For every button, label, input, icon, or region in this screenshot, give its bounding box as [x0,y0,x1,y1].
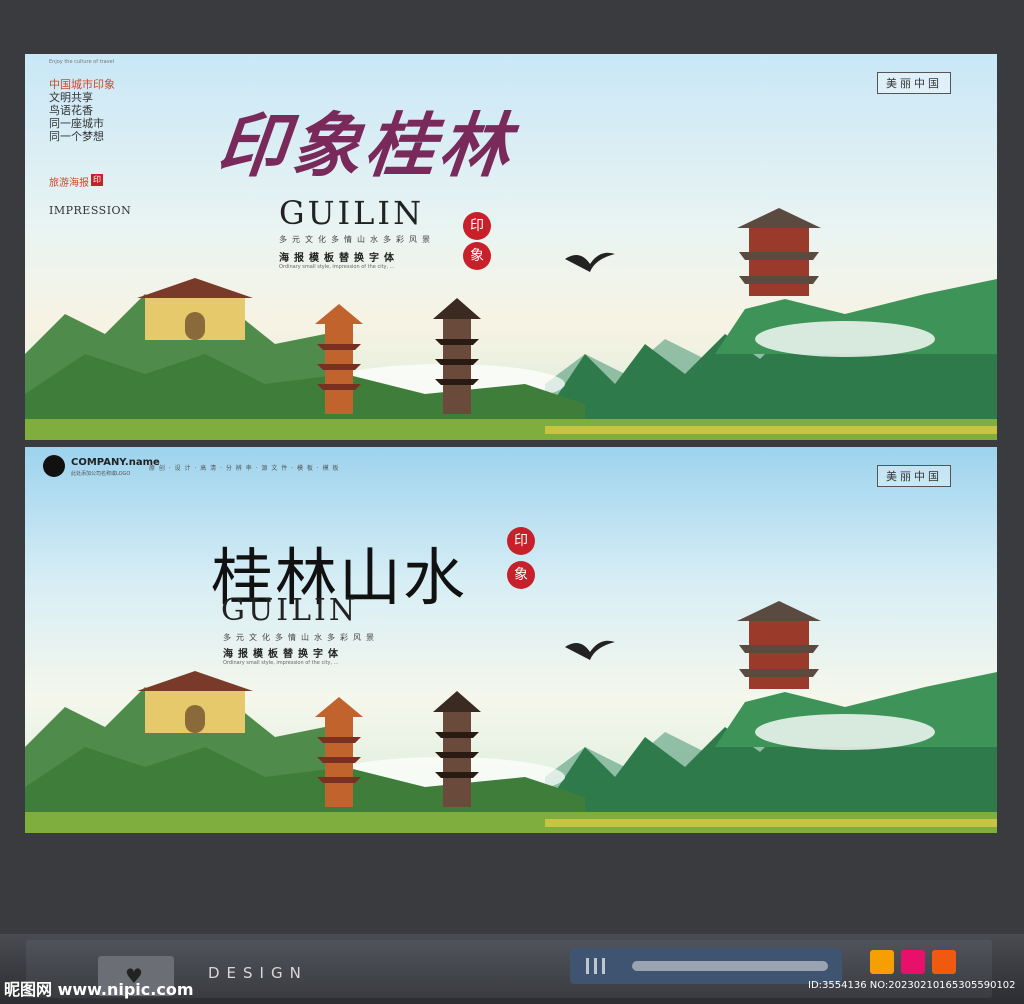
tiny-caption: Enjoy the culture of travel [49,59,115,65]
side-line: 文明共享 [49,91,93,104]
subtitle-bold: 海报模板替换字体 [223,649,343,660]
seal-bottom: 象 [463,242,491,270]
watermark-site: 昵图网 www.nipic.com [4,980,194,999]
slider-track[interactable] [570,948,842,984]
body-text: Ordinary small style, impression of the … [223,660,339,666]
side-line: 同一座城市 [49,117,104,130]
calligraphy-title: 印象桂林 [213,104,518,187]
nav-keywords: 原 创 · 设 计 · 高 清 · 分 辨 率 · 源 文 件 · 模 板 · … [149,465,340,472]
subtitle-bold: 海报模板替换字体 [279,253,399,264]
poster-bottom: COMPANY.name 此处添加公司名称或LOGO 原 创 · 设 计 · 高… [25,447,997,833]
side-line: 鸟语花香 [49,104,93,117]
side-line: 同一个梦想 [49,130,104,143]
seal-top: 印 [463,212,491,240]
impression-label: IMPRESSION [49,204,132,217]
subtitle-line: 多元文化多情山水多彩风景 [279,235,435,244]
slider-tick [594,958,597,974]
color-swatch[interactable] [901,950,925,974]
company-name: COMPANY.name [71,457,160,468]
color-swatch[interactable] [870,950,894,974]
side-text-column: 中国城市印象 文明共享 鸟语花香 同一座城市 同一个梦想 [49,78,115,143]
design-label: DESIGN [208,964,308,982]
side-seal: 印 [91,174,103,186]
slider-tick [586,958,589,974]
body-text: Ordinary small style, impression of the … [279,264,395,270]
seal-top: 印 [507,527,535,555]
color-swatch[interactable] [932,950,956,974]
slider-bar[interactable] [632,961,828,971]
poster-top: Enjoy the culture of travel 中国城市印象 文明共享 … [25,54,997,440]
china-tag: 美丽中国 [877,465,951,487]
subtitle-line: 多元文化多情山水多彩风景 [223,633,379,642]
footer-bar: ♥ DESIGN 昵图网 www.nipic.com ID:3554136 NO… [0,934,1024,1004]
image-id: ID:3554136 NO:20230210165305590102 [808,980,1016,991]
side-label: 旅游海报 [49,178,89,189]
title-en: GUILIN [279,194,425,232]
seal-bottom: 象 [507,561,535,589]
company-subtitle: 此处添加公司名称或LOGO [71,471,131,477]
slider-tick [602,958,605,974]
landscape-illustration [25,601,997,833]
side-line: 中国城市印象 [49,78,115,91]
china-tag: 美丽中国 [877,72,951,94]
company-logo-icon [43,455,65,477]
title-en: GUILIN [221,593,359,628]
